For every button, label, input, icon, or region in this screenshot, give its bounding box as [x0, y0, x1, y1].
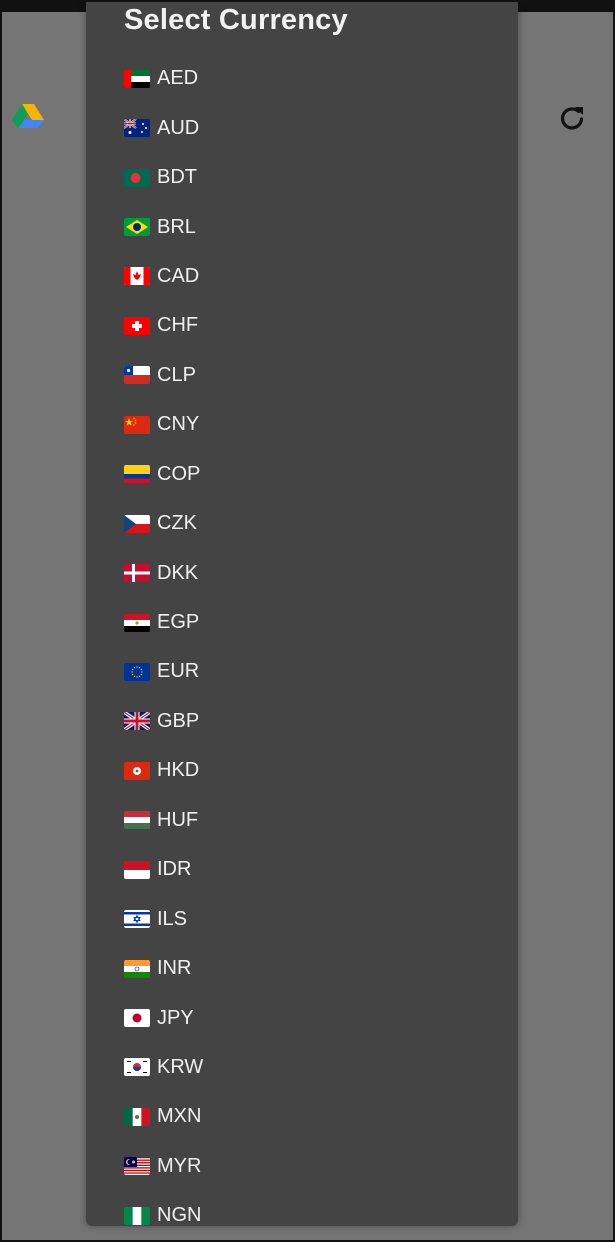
currency-item-huf[interactable]: HUF: [86, 796, 518, 845]
currency-item-aed[interactable]: AED: [86, 54, 518, 103]
currency-code: KRW: [157, 1055, 204, 1078]
brazil-flag-icon: [124, 218, 150, 237]
currency-code: CLP: [157, 363, 196, 386]
currency-code: CAD: [157, 264, 200, 287]
uae-flag-icon: [124, 69, 150, 88]
bangladesh-flag-icon: [124, 168, 150, 187]
currency-item-ils[interactable]: ILS: [86, 894, 518, 943]
southkorea-flag-icon: [124, 1058, 150, 1077]
currency-code: HUF: [157, 808, 199, 831]
malaysia-flag-icon: [124, 1157, 150, 1176]
uk-flag-icon: [124, 712, 150, 731]
currency-item-brl[interactable]: BRL: [86, 202, 518, 251]
currency-dialog: Select Currency AED AUD BDT BRL CAD CHF CLP CNY…: [86, 2, 518, 1226]
nigeria-flag-icon: [124, 1206, 150, 1225]
indonesia-flag-icon: [124, 860, 150, 879]
denmark-flag-icon: [124, 564, 150, 583]
currency-item-idr[interactable]: IDR: [86, 845, 518, 894]
currency-code: AED: [157, 67, 199, 90]
currency-code: IDR: [157, 858, 192, 881]
currency-item-mxn[interactable]: MXN: [86, 1092, 518, 1141]
israel-flag-icon: [124, 910, 150, 929]
canada-flag-icon: [124, 267, 150, 286]
currency-code: JPY: [157, 1006, 194, 1029]
refresh-icon[interactable]: [556, 102, 588, 134]
china-flag-icon: [124, 415, 150, 434]
egypt-flag-icon: [124, 613, 150, 632]
mexico-flag-icon: [124, 1107, 150, 1126]
currency-code: MXN: [157, 1105, 202, 1128]
currency-item-cop[interactable]: COP: [86, 450, 518, 499]
currency-code: AUD: [157, 116, 200, 139]
currency-code: HKD: [157, 759, 200, 782]
currency-item-chf[interactable]: CHF: [86, 301, 518, 350]
currency-code: COP: [157, 462, 201, 485]
currency-code: MYR: [157, 1154, 202, 1177]
australia-flag-icon: [124, 119, 150, 138]
currency-item-cad[interactable]: CAD: [86, 252, 518, 301]
japan-flag-icon: [124, 1009, 150, 1028]
currency-item-cny[interactable]: CNY: [86, 400, 518, 449]
india-flag-icon: [124, 959, 150, 978]
currency-item-bdt[interactable]: BDT: [86, 153, 518, 202]
currency-code: EUR: [157, 660, 200, 683]
currency-code: DKK: [157, 561, 199, 584]
currency-item-myr[interactable]: MYR: [86, 1142, 518, 1191]
currency-code: BDT: [157, 166, 197, 189]
currency-code: EGP: [157, 611, 200, 634]
currency-code: CNY: [157, 413, 200, 436]
currency-item-eur[interactable]: EUR: [86, 647, 518, 696]
currency-code: ILS: [157, 907, 188, 930]
colombia-flag-icon: [124, 465, 150, 484]
chile-flag-icon: [124, 366, 150, 385]
currency-item-hkd[interactable]: HKD: [86, 746, 518, 795]
eu-flag-icon: [124, 662, 150, 681]
currency-item-ngn[interactable]: NGN: [86, 1191, 518, 1226]
currency-list: AED AUD BDT BRL CAD CHF CLP CNY COP CZK DKK EGP EUR G…: [86, 54, 518, 1226]
currency-code: BRL: [157, 215, 196, 238]
hungary-flag-icon: [124, 811, 150, 830]
currency-item-gbp[interactable]: GBP: [86, 697, 518, 746]
google-drive-icon[interactable]: [12, 102, 44, 132]
currency-item-czk[interactable]: CZK: [86, 499, 518, 548]
currency-item-dkk[interactable]: DKK: [86, 548, 518, 597]
currency-item-krw[interactable]: KRW: [86, 1043, 518, 1092]
switzerland-flag-icon: [124, 316, 150, 335]
currency-code: CHF: [157, 314, 199, 337]
currency-item-inr[interactable]: INR: [86, 944, 518, 993]
hongkong-flag-icon: [124, 761, 150, 780]
currency-code: GBP: [157, 709, 200, 732]
screen: Select Currency AED AUD BDT BRL CAD CHF CLP CNY…: [0, 0, 615, 1242]
currency-item-clp[interactable]: CLP: [86, 351, 518, 400]
currency-code: NGN: [157, 1204, 202, 1226]
czechia-flag-icon: [124, 514, 150, 533]
currency-code: INR: [157, 957, 192, 980]
currency-item-jpy[interactable]: JPY: [86, 993, 518, 1042]
currency-item-egp[interactable]: EGP: [86, 598, 518, 647]
currency-item-aud[interactable]: AUD: [86, 103, 518, 152]
currency-code: CZK: [157, 512, 197, 535]
dialog-title: Select Currency: [124, 4, 348, 36]
